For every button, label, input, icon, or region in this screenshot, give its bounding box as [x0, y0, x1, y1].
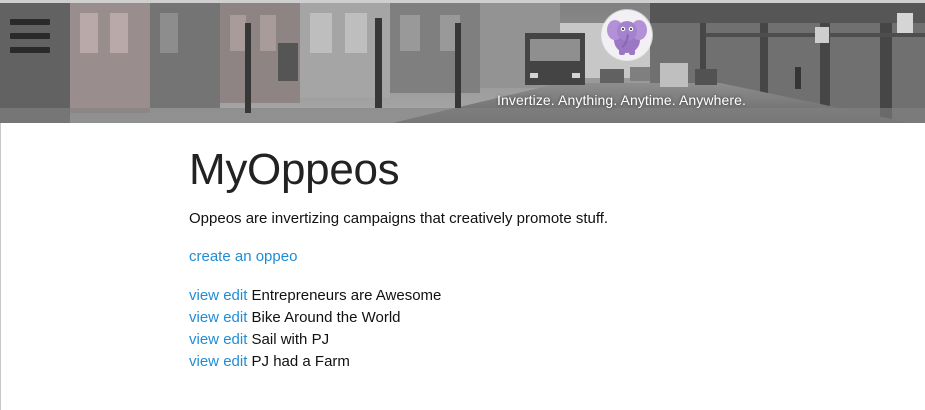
page-left-border — [0, 123, 1, 410]
edit-link[interactable]: edit — [223, 331, 247, 348]
menu-bar — [10, 19, 50, 25]
oppeo-list-item: view edit Entrepreneurs are Awesome — [189, 285, 889, 307]
oppeo-name: PJ had a Farm — [251, 353, 350, 370]
oppeo-name: Sail with PJ — [251, 331, 330, 348]
edit-link[interactable]: edit — [223, 309, 247, 326]
view-link[interactable]: view — [189, 353, 219, 370]
menu-bar — [10, 47, 50, 53]
oppeo-list-item: view edit Sail with PJ — [189, 329, 889, 351]
main-content: MyOppeos Oppeos are invertizing campaign… — [189, 145, 889, 373]
oppeo-name: Bike Around the World — [251, 309, 401, 326]
oppeo-list: view edit Entrepreneurs are Awesome view… — [189, 285, 889, 373]
create-oppeo-link[interactable]: create an oppeo — [189, 247, 297, 267]
hamburger-menu-icon[interactable] — [10, 19, 52, 57]
oppeo-list-item: view edit PJ had a Farm — [189, 351, 889, 373]
menu-bar — [10, 33, 50, 39]
street-background-image — [0, 3, 925, 123]
header-banner: Invertize. Anything. Anytime. Anywhere. — [0, 0, 925, 123]
edit-link[interactable]: edit — [223, 287, 247, 304]
elephant-logo-icon[interactable] — [602, 10, 652, 60]
oppeo-name: Entrepreneurs are Awesome — [251, 287, 442, 304]
elephant-logo-graphic — [607, 20, 647, 55]
edit-link[interactable]: edit — [223, 353, 247, 370]
header-tagline: Invertize. Anything. Anytime. Anywhere. — [497, 92, 747, 108]
oppeo-list-item: view edit Bike Around the World — [189, 307, 889, 329]
view-link[interactable]: view — [189, 309, 219, 326]
view-link[interactable]: view — [189, 287, 219, 304]
page-title: MyOppeos — [189, 145, 400, 194]
intro-text: Oppeos are invertizing campaigns that cr… — [189, 210, 609, 227]
view-link[interactable]: view — [189, 331, 219, 348]
